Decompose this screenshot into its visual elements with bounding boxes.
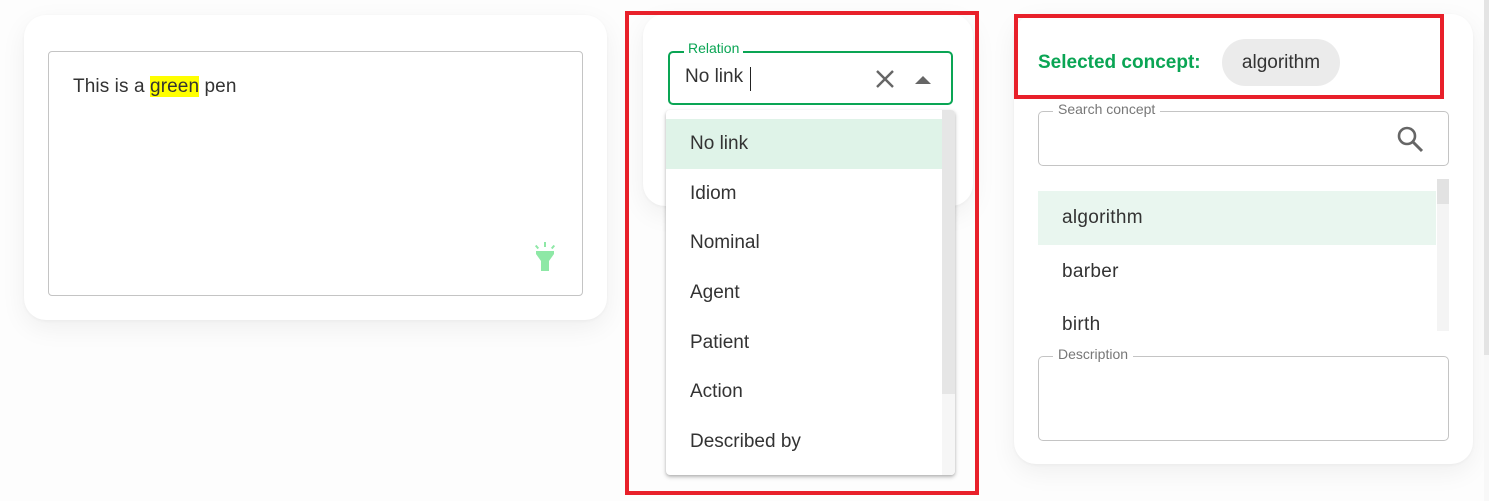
- concept-item-barber[interactable]: barber: [1038, 245, 1436, 299]
- option-action[interactable]: Action: [666, 367, 942, 417]
- sentence-suffix: pen: [199, 76, 237, 97]
- description-input[interactable]: [1051, 369, 1436, 429]
- relation-label: Relation: [684, 40, 744, 56]
- text-cursor: [750, 67, 751, 91]
- search-concept-label: Search concept: [1053, 101, 1161, 117]
- sentence-prefix: This is a: [73, 76, 151, 97]
- concept-item-birth[interactable]: birth: [1038, 298, 1436, 331]
- search-concept-field[interactable]: [1038, 111, 1449, 166]
- concept-item-algorithm[interactable]: algorithm: [1038, 191, 1436, 245]
- description-label: Description: [1053, 346, 1134, 362]
- page-scrollbar-thumb[interactable]: [1484, 0, 1489, 355]
- relation-options: No link Idiom Nominal Agent Patient Acti…: [666, 119, 942, 467]
- search-concept-input[interactable]: [1053, 126, 1383, 152]
- sentence-card: This is a green pen: [24, 15, 607, 320]
- description-field[interactable]: [1038, 356, 1449, 441]
- concept-list: algorithm barber birth: [1038, 179, 1449, 331]
- selected-concept-chip[interactable]: algorithm: [1222, 39, 1340, 86]
- dropdown-scrollbar-thumb[interactable]: [942, 110, 955, 394]
- relation-input[interactable]: [685, 66, 845, 88]
- option-agent[interactable]: Agent: [666, 268, 942, 318]
- arrow-up-icon: [915, 76, 931, 84]
- relation-dropdown: No link Idiom Nominal Agent Patient Acti…: [666, 110, 955, 475]
- option-nominal[interactable]: Nominal: [666, 218, 942, 268]
- search-icon[interactable]: [1396, 125, 1424, 153]
- close-icon: [876, 70, 894, 88]
- clear-button[interactable]: [874, 68, 896, 90]
- sentence-text: This is a green pen: [73, 76, 237, 98]
- sentence-box[interactable]: This is a green pen: [48, 51, 583, 296]
- flashlight-icon[interactable]: [533, 241, 557, 273]
- option-idiom[interactable]: Idiom: [666, 169, 942, 219]
- relation-select[interactable]: [668, 51, 953, 105]
- dropdown-toggle-button[interactable]: [914, 73, 932, 85]
- option-no-link[interactable]: No link: [666, 119, 942, 169]
- highlighted-word[interactable]: green: [150, 76, 200, 97]
- selected-concept-label: Selected concept:: [1038, 52, 1201, 73]
- option-patient[interactable]: Patient: [666, 318, 942, 368]
- concept-list-scrollbar-thumb[interactable]: [1437, 179, 1449, 204]
- option-described-by[interactable]: Described by: [666, 417, 942, 467]
